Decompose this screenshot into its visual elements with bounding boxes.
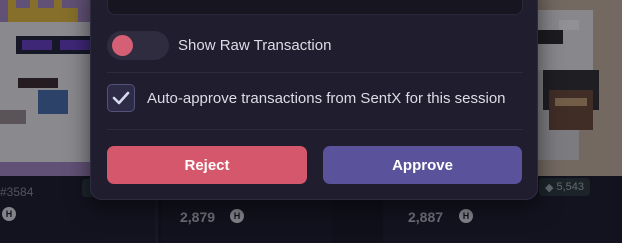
toggle-knob	[112, 35, 133, 56]
reject-button[interactable]: Reject	[107, 146, 307, 184]
approve-button[interactable]: Approve	[323, 146, 522, 184]
auto-approve-checkbox[interactable]	[107, 84, 135, 112]
transaction-details-box	[107, 0, 523, 15]
auto-approve-label: Auto-approve transactions from SentX for…	[147, 89, 506, 107]
divider	[107, 72, 523, 73]
show-raw-transaction-toggle[interactable]	[107, 31, 169, 60]
transaction-approval-modal: Show Raw Transaction Auto-approve transa…	[90, 0, 538, 200]
checkmark-icon	[112, 91, 130, 105]
divider	[107, 129, 523, 130]
show-raw-transaction-row: Show Raw Transaction	[107, 31, 331, 60]
show-raw-transaction-label: Show Raw Transaction	[178, 37, 332, 54]
auto-approve-row: Auto-approve transactions from SentX for…	[107, 84, 506, 112]
